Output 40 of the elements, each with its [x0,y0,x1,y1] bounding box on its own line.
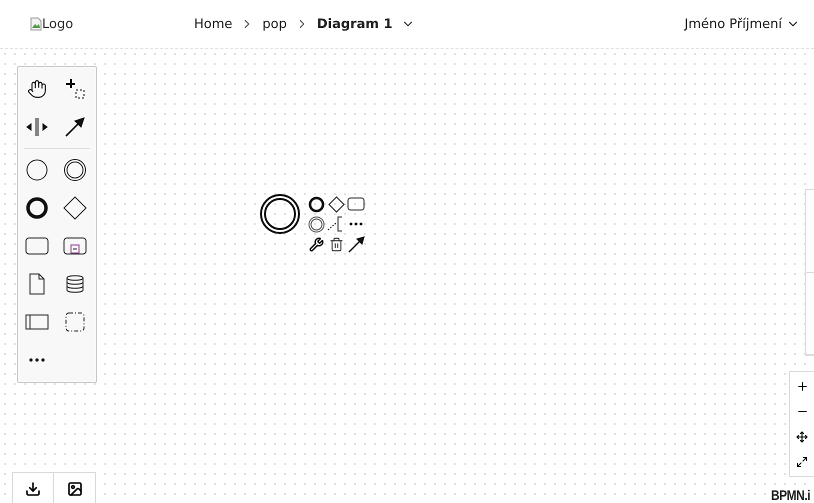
rounded-rectangle-icon [347,197,365,211]
diamond-icon [63,196,87,220]
context-pad-entry[interactable] [306,214,326,234]
download-icon [25,481,41,497]
circle-icon [25,158,49,182]
expand-icon [796,456,808,468]
breadcrumb-link[interactable]: Diagram 1 [316,16,392,32]
rounded-rectangle-icon [25,237,49,255]
zoom-in-icon [796,380,809,393]
space-tool-icon [26,116,48,138]
context-pad-entry[interactable] [326,194,346,214]
context-pad-entry[interactable] [306,194,326,214]
thick-circle-icon [25,196,49,220]
lasso-icon [64,78,86,100]
more-icon [28,357,46,363]
logo-image: Logo [30,16,194,32]
group-icon [64,311,86,333]
breadcrumb-link[interactable]: Home [194,16,232,32]
more-icon [349,222,363,226]
double-circle-icon [308,216,324,232]
double-circle-icon [63,158,87,182]
start-event-circle[interactable] [259,193,301,235]
move-icon [796,430,808,442]
diamond-icon [328,196,344,212]
wrench-icon [308,236,324,252]
document-icon [28,273,46,295]
annotation-icon [327,215,345,233]
arrow-icon [64,116,86,138]
pool-icon [25,313,49,331]
watermark-logo[interactable]: BPMN.i [771,487,810,503]
user-menu[interactable]: Jméno Příjmení [684,16,800,32]
thick-circle-icon [308,196,324,212]
breadcrumb-link[interactable]: pop [262,16,287,32]
database-icon [65,274,85,294]
trash-icon [328,236,344,252]
arrow-icon [348,236,364,252]
image-icon [66,481,82,497]
subprocess-icon [63,237,87,255]
context-pad-entry[interactable] [346,234,366,254]
hand-icon [27,79,47,99]
